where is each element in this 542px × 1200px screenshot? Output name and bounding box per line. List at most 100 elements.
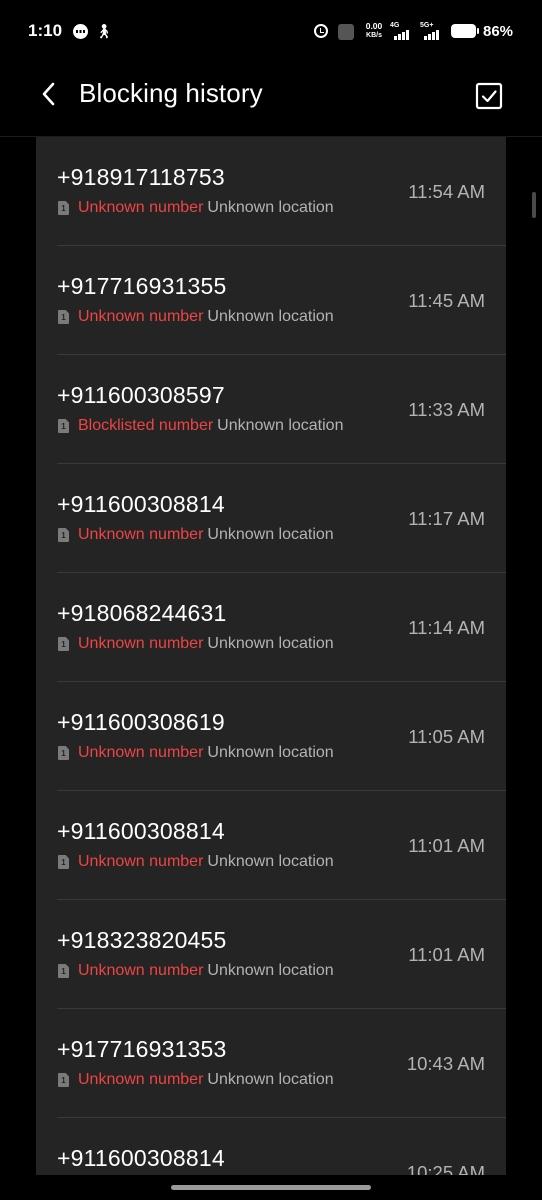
caller-location: Unknown location — [207, 526, 334, 543]
block-time: 11:17 AM — [408, 508, 485, 529]
block-time: 10:25 AM — [406, 1162, 485, 1175]
chevron-left-icon — [42, 82, 55, 106]
page-title: Blocking history — [79, 78, 263, 108]
block-reason: Unknown number — [78, 308, 204, 325]
record-details: 1 Blocklisted number Unknown location — [58, 417, 343, 435]
sim-card-icon: 1 — [58, 310, 69, 324]
record-details: 1 Unknown number Unknown location — [58, 526, 334, 544]
phone-number: +911600308814 — [57, 818, 225, 844]
block-reason: Unknown number — [78, 199, 204, 216]
sim-card-icon: 1 — [58, 964, 69, 978]
caller-location: Unknown location — [207, 308, 334, 325]
block-time: 11:05 AM — [408, 726, 485, 747]
signal-icon: 5G+ — [420, 22, 442, 42]
record-details: 1 Unknown number Unknown location — [58, 308, 334, 326]
blocked-call-row[interactable]: +918917118753 1 Unknown number Unknown l… — [36, 137, 506, 246]
app-icon — [338, 24, 354, 40]
block-reason: Unknown number — [78, 1071, 204, 1088]
blocked-call-row[interactable]: +911600308597 1 Blocklisted number Unkno… — [36, 355, 506, 464]
caller-location: Unknown location — [207, 744, 334, 761]
phone-number: +917716931353 — [57, 1036, 227, 1062]
sim-slot-label: 1 — [61, 749, 66, 758]
block-reason: Unknown number — [78, 635, 204, 652]
block-time: 11:14 AM — [408, 617, 485, 638]
phone-number: +911600308619 — [57, 709, 225, 735]
record-details: 1 Unknown number Unknown location — [58, 635, 334, 653]
record-details: 1 Unknown number Unknown location — [58, 199, 334, 217]
caller-location: Unknown location — [207, 199, 334, 216]
sim-card-icon: 1 — [58, 419, 69, 433]
sim-slot-label: 1 — [61, 640, 66, 649]
blocked-call-row[interactable]: +911600308619 1 Unknown number Unknown l… — [36, 682, 506, 791]
block-reason: Unknown number — [78, 962, 204, 979]
phone-number: +911600308814 — [57, 491, 225, 517]
sim-slot-label: 1 — [61, 204, 66, 213]
sim-card-icon: 1 — [58, 746, 69, 760]
status-time: 1:10 — [28, 21, 63, 40]
checkbox-icon — [475, 82, 503, 110]
phone-number: +917716931355 — [57, 273, 227, 299]
sim-card-icon: 1 — [58, 201, 69, 215]
message-icon — [73, 24, 88, 39]
record-details: 1 Unknown number Unknown location — [58, 1071, 334, 1089]
blocked-call-row[interactable]: +917716931355 1 Unknown number Unknown l… — [36, 246, 506, 355]
blocked-call-row[interactable]: +911600308814 1 Unknown number Unknown l… — [36, 464, 506, 573]
scrollbar-thumb[interactable] — [532, 192, 536, 218]
sim-slot-label: 1 — [61, 967, 66, 976]
blocked-call-row[interactable]: +911600308814 1 Unknown number Unknown l… — [36, 791, 506, 900]
sim-card-icon: 1 — [58, 637, 69, 651]
alarm-icon — [314, 24, 328, 38]
sim-slot-label: 1 — [61, 531, 66, 540]
sim-card-icon: 1 — [58, 528, 69, 542]
battery-icon — [451, 24, 479, 38]
caller-location: Unknown location — [217, 417, 344, 434]
phone-number: +911600308814 — [57, 1145, 225, 1171]
block-time: 10:43 AM — [406, 1053, 485, 1074]
phone-number: +911600308597 — [57, 382, 225, 408]
home-indicator[interactable] — [171, 1185, 371, 1190]
block-reason: Unknown number — [78, 526, 204, 543]
caller-location: Unknown location — [207, 853, 334, 870]
sim-slot-label: 1 — [61, 313, 66, 322]
caller-location: Unknown location — [207, 962, 334, 979]
sim-card-icon: 1 — [58, 855, 69, 869]
network-speed: 0.00 KB/s — [362, 21, 386, 41]
network-type-label: 5G+ — [420, 22, 434, 29]
phone-number: +918917118753 — [57, 164, 225, 190]
record-details: 1 Unknown number Unknown location — [58, 853, 334, 871]
blocked-call-row[interactable]: +918323820455 1 Unknown number Unknown l… — [36, 900, 506, 1009]
sim-slot-label: 1 — [61, 422, 66, 431]
phone-number: +918323820455 — [57, 927, 227, 953]
sim-card-icon: 1 — [58, 1073, 69, 1087]
block-time: 11:01 AM — [408, 944, 485, 965]
back-button[interactable] — [32, 76, 68, 112]
block-reason: Unknown number — [78, 744, 204, 761]
record-details: 1 Unknown number Unknown location — [58, 744, 334, 762]
record-details: 1 Unknown number Unknown location — [58, 962, 334, 980]
block-time: 11:33 AM — [408, 399, 485, 420]
blocked-call-row[interactable]: +917716931353 1 Unknown number Unknown l… — [36, 1009, 506, 1118]
network-speed-unit: KB/s — [366, 32, 382, 39]
walk-icon: 🚶︎ — [95, 23, 113, 39]
block-time: 11:01 AM — [408, 835, 485, 856]
select-button[interactable] — [469, 76, 509, 116]
block-reason: Blocklisted number — [78, 417, 214, 434]
app-header: Blocking history — [0, 64, 542, 137]
phone-number: +918068244631 — [57, 600, 227, 626]
network-speed-value: 0.00 — [365, 21, 383, 31]
caller-location: Unknown location — [207, 635, 334, 652]
block-time: 11:54 AM — [408, 181, 485, 202]
block-reason: Unknown number — [78, 853, 204, 870]
battery-percent: 86% — [483, 23, 514, 40]
record-list: +918917118753 1 Unknown number Unknown l… — [36, 137, 506, 1175]
sim-slot-label: 1 — [61, 858, 66, 867]
network-type-label: 4G — [390, 22, 400, 29]
blocked-call-row[interactable]: +911600308814 1 10:25 AM — [36, 1118, 506, 1175]
status-bar: 1:10 🚶︎ 0.00 KB/s 4G 5G+ 86% — [0, 0, 542, 64]
block-time: 11:45 AM — [408, 290, 485, 311]
caller-location: Unknown location — [207, 1071, 334, 1088]
blocked-calls-list[interactable]: +918917118753 1 Unknown number Unknown l… — [36, 137, 506, 1175]
sim-slot-label: 1 — [61, 1076, 66, 1085]
blocked-call-row[interactable]: +918068244631 1 Unknown number Unknown l… — [36, 573, 506, 682]
signal-icon: 4G — [390, 22, 412, 42]
